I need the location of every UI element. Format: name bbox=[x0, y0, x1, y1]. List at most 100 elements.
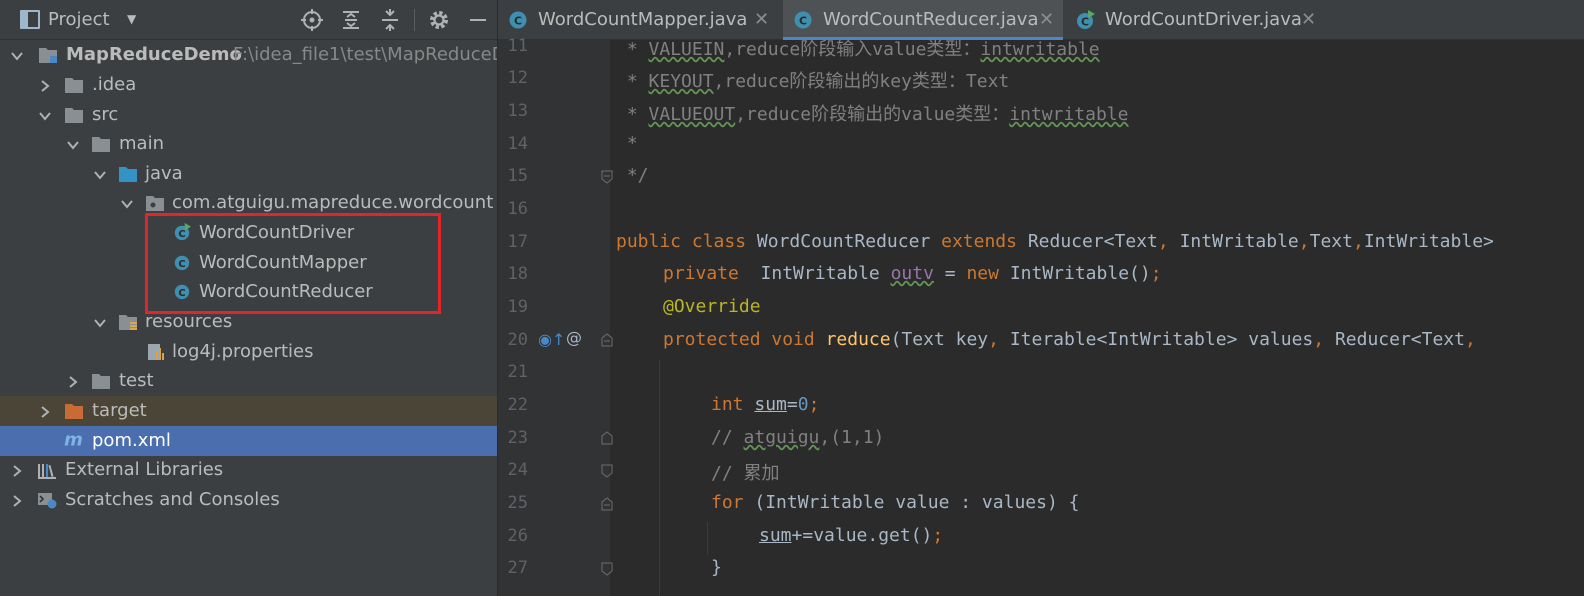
chevron-right-icon[interactable] bbox=[10, 463, 24, 477]
tree-item-external-libraries[interactable]: External Libraries bbox=[0, 455, 497, 485]
tree-item-label: .idea bbox=[92, 74, 137, 95]
tree-item-target[interactable]: target bbox=[0, 396, 497, 426]
chevron-right-icon[interactable] bbox=[10, 493, 24, 507]
folder-icon bbox=[64, 76, 84, 94]
tree-item-java[interactable]: java bbox=[0, 159, 497, 189]
code-token: ; bbox=[932, 525, 944, 546]
tree-item-mapreducedemo[interactable]: MapReduceDemo F:\idea_file1\test\MapRedu… bbox=[0, 40, 497, 70]
code-token: extends bbox=[941, 231, 1028, 252]
tab-wordcountreducer[interactable]: C WordCountReducer.java ✕ bbox=[783, 0, 1063, 40]
expand-all-icon[interactable] bbox=[339, 8, 363, 32]
code-area[interactable]: * VALUEIN,reduce阶段输入value类型：intwritable … bbox=[616, 39, 1584, 596]
chevron-right-icon[interactable] bbox=[66, 374, 80, 388]
code-line-18: private IntWritable outv = new IntWritab… bbox=[663, 263, 1162, 296]
minimize-icon[interactable] bbox=[466, 8, 490, 32]
tree-item-label: main bbox=[119, 133, 164, 154]
tab-label: WordCountMapper.java bbox=[538, 9, 748, 30]
tree-item-src[interactable]: src bbox=[0, 100, 497, 130]
fold-marker-icon[interactable] bbox=[601, 463, 613, 478]
line-number: 25 bbox=[507, 493, 528, 513]
fold-marker-icon[interactable] bbox=[601, 332, 613, 347]
module-folder-icon bbox=[38, 46, 58, 64]
code-token: sum bbox=[759, 525, 792, 546]
tree-item-label: resources bbox=[145, 311, 233, 332]
tab-label: WordCountDriver.java bbox=[1105, 9, 1302, 30]
code-line-25: for (IntWritable value : values) { bbox=[711, 492, 1079, 525]
indent-guide bbox=[707, 522, 708, 555]
close-icon[interactable]: ✕ bbox=[1301, 9, 1316, 30]
code-token: Iterable<IntWritable> values bbox=[1009, 329, 1314, 350]
code-token: Reducer<Text bbox=[1334, 329, 1465, 350]
tree-item-label: Scratches and Consoles bbox=[65, 489, 280, 510]
code-token: , bbox=[988, 329, 1010, 350]
gear-icon[interactable] bbox=[427, 8, 451, 32]
code-token: ; bbox=[808, 394, 820, 415]
code-token: VALUEIN bbox=[648, 39, 725, 60]
code-token: WordCountReducer bbox=[756, 231, 942, 252]
chevron-down-icon[interactable] bbox=[10, 48, 24, 62]
chevron-down-icon[interactable] bbox=[93, 167, 107, 181]
line-number: 26 bbox=[507, 526, 528, 546]
code-token: Text bbox=[1309, 231, 1353, 252]
code-token: intwritable bbox=[980, 39, 1100, 60]
libraries-icon bbox=[37, 461, 57, 479]
svg-text:m: m bbox=[64, 430, 83, 448]
at-annotation-icon[interactable]: @ bbox=[566, 328, 582, 347]
code-token: ,reduce阶段输出的value类型： bbox=[735, 104, 1010, 125]
chevron-down-icon[interactable]: ▼ bbox=[127, 12, 141, 26]
svg-text:C: C bbox=[514, 15, 522, 28]
project-panel: Project ▼ MapReduceDemo F:\idea_file1\te… bbox=[0, 0, 497, 596]
code-token: , bbox=[1157, 231, 1180, 252]
tree-item-pom-xml[interactable]: m pom.xml bbox=[0, 426, 497, 456]
runnable-class-icon: C bbox=[1077, 10, 1095, 29]
overrides-method-icon[interactable]: ◉↑ bbox=[538, 330, 565, 349]
code-token: IntWritable bbox=[1179, 231, 1299, 252]
tree-item-test[interactable]: test bbox=[0, 366, 497, 396]
fold-marker-icon[interactable] bbox=[601, 561, 613, 576]
close-icon[interactable]: ✕ bbox=[754, 9, 769, 30]
code-line-11: * VALUEIN,reduce阶段输入value类型：intwritable bbox=[616, 35, 1100, 68]
code-token: atguigu bbox=[743, 427, 820, 448]
project-title[interactable]: Project bbox=[48, 9, 110, 30]
code-token: KEYOUT bbox=[648, 71, 714, 92]
code-token: = bbox=[786, 394, 798, 415]
indent-guide bbox=[659, 360, 660, 596]
chevron-down-icon[interactable] bbox=[66, 137, 80, 151]
line-number: 19 bbox=[507, 297, 528, 317]
chevron-down-icon[interactable] bbox=[38, 108, 52, 122]
line-number: 12 bbox=[507, 68, 528, 88]
close-icon[interactable]: ✕ bbox=[1039, 9, 1054, 30]
fold-marker-icon[interactable] bbox=[601, 496, 613, 511]
tree-item-log4j-properties[interactable]: log4j.properties bbox=[0, 337, 497, 367]
tab-wordcountdriver[interactable]: C WordCountDriver.java ✕ bbox=[1065, 0, 1325, 40]
line-number: 15 bbox=[507, 166, 528, 186]
tree-item-label: pom.xml bbox=[92, 430, 171, 451]
tree-item-label: com.atguigu.mapreduce.wordcount bbox=[172, 192, 494, 213]
tree-item-idea[interactable]: .idea bbox=[0, 70, 497, 100]
chevron-right-icon[interactable] bbox=[38, 404, 52, 418]
code-token: +=value.get() bbox=[791, 525, 933, 546]
tree-item-label: log4j.properties bbox=[172, 341, 314, 362]
tree-item-scratches[interactable]: Scratches and Consoles bbox=[0, 485, 497, 515]
code-token: IntWritable() bbox=[1009, 263, 1151, 284]
line-number: 23 bbox=[507, 428, 528, 448]
properties-file-icon bbox=[146, 343, 166, 361]
locate-icon[interactable] bbox=[300, 8, 324, 32]
fold-marker-icon[interactable] bbox=[601, 169, 613, 184]
source-folder-icon bbox=[118, 165, 138, 183]
code-token: (Text key bbox=[890, 329, 989, 350]
collapse-all-icon[interactable] bbox=[378, 8, 402, 32]
chevron-down-icon[interactable] bbox=[93, 315, 107, 329]
code-line-12: * KEYOUT,reduce阶段输出的key类型：Text bbox=[616, 67, 1009, 100]
code-token: public class bbox=[616, 231, 757, 252]
fold-marker-icon[interactable] bbox=[601, 430, 613, 445]
code-token: outv bbox=[890, 263, 934, 284]
tab-wordcountmapper[interactable]: C WordCountMapper.java ✕ bbox=[498, 0, 776, 40]
code-token: , bbox=[1465, 329, 1476, 350]
line-number: 20 bbox=[507, 330, 528, 350]
tree-item-main[interactable]: main bbox=[0, 129, 497, 159]
chevron-right-icon[interactable] bbox=[38, 78, 52, 92]
chevron-down-icon[interactable] bbox=[120, 196, 134, 210]
code-token: for bbox=[711, 492, 755, 513]
code-line-23: // atguigu,(1,1) bbox=[711, 427, 884, 460]
